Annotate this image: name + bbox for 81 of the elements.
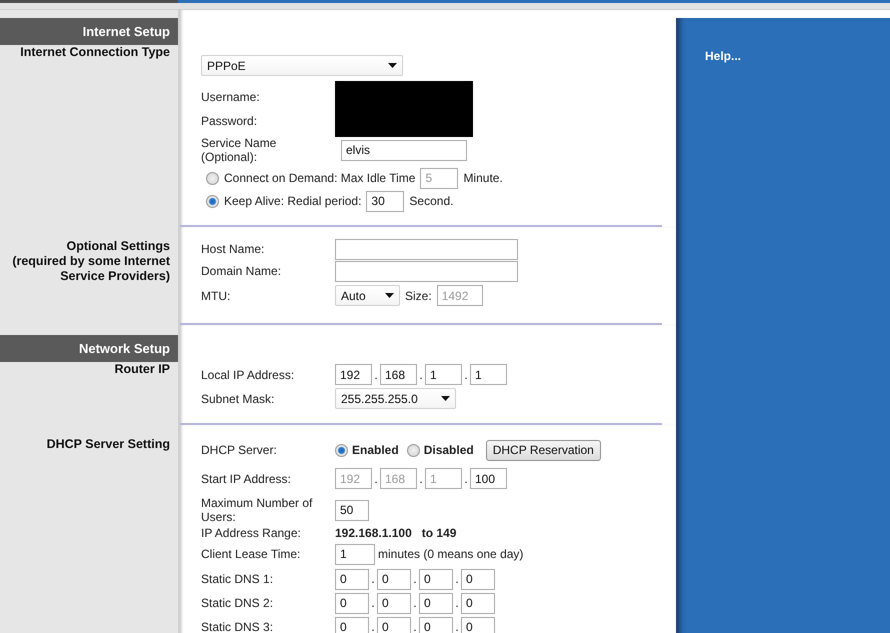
octet-field[interactable]: 100 bbox=[470, 468, 507, 489]
octet-field[interactable]: 0 bbox=[335, 592, 369, 614]
option-label: Connect on Demand: Max Idle Time bbox=[224, 171, 416, 185]
section-label: Internet Connection Type bbox=[19, 45, 171, 60]
octet-field[interactable]: 0 bbox=[377, 616, 411, 633]
field-label: Username: bbox=[201, 90, 261, 104]
octet-field[interactable]: 0 bbox=[377, 568, 411, 590]
octet-separator: . bbox=[454, 596, 460, 610]
field-label: DHCP Server: bbox=[201, 443, 278, 457]
octet-field[interactable]: 0 bbox=[461, 568, 495, 590]
octet-field[interactable]: 1 bbox=[470, 364, 507, 385]
octet-field[interactable]: 192 bbox=[335, 364, 372, 385]
octet-separator: . bbox=[373, 368, 379, 382]
section-label: Optional Settings (required by some Internet Service Providers) bbox=[11, 239, 171, 284]
octet-separator: . bbox=[463, 472, 469, 486]
lease-time-field[interactable]: 1 bbox=[335, 544, 375, 564]
help-link[interactable]: Help... bbox=[705, 49, 742, 63]
radio-button[interactable] bbox=[335, 444, 348, 456]
option-field[interactable]: 30 bbox=[366, 190, 404, 212]
option-label: Keep Alive: Redial period: bbox=[224, 194, 362, 208]
domain-name-field[interactable] bbox=[335, 260, 518, 282]
octet-separator: . bbox=[454, 572, 460, 586]
section-header: Network Setup bbox=[0, 335, 178, 362]
octet-field[interactable]: 0 bbox=[461, 616, 495, 633]
octet-separator: . bbox=[418, 472, 424, 486]
octet-field[interactable]: 0 bbox=[377, 592, 411, 614]
octet-separator: . bbox=[454, 620, 460, 633]
unit-label: Second. bbox=[409, 194, 454, 208]
field-label: Client Lease Time: bbox=[201, 547, 302, 561]
octet-field[interactable]: 0 bbox=[335, 616, 369, 633]
octet-separator: . bbox=[412, 596, 418, 610]
field-label: Start IP Address: bbox=[201, 472, 292, 486]
field-label: Size: bbox=[405, 288, 432, 302]
caret-icon bbox=[441, 396, 450, 401]
octet-separator: . bbox=[463, 368, 469, 382]
octet-field[interactable]: 0 bbox=[419, 616, 453, 633]
field-label: Service Name (Optional): bbox=[201, 136, 278, 164]
radio-button[interactable] bbox=[206, 194, 219, 208]
octet-field[interactable]: 0 bbox=[461, 592, 495, 614]
octet-separator: . bbox=[418, 368, 424, 382]
radio-button[interactable] bbox=[206, 172, 219, 184]
field-label: Static DNS 2: bbox=[201, 596, 274, 610]
section-header: Internet Setup bbox=[0, 18, 178, 45]
host-name-field[interactable] bbox=[335, 238, 518, 260]
field-label: Maximum Number of Users: bbox=[201, 496, 314, 524]
octet-separator: . bbox=[370, 572, 376, 586]
ip-range-value: 192.168.1.100 to 149 bbox=[335, 526, 456, 540]
lease-time-note: minutes (0 means one day) bbox=[378, 547, 524, 561]
octet-field[interactable]: 1 bbox=[425, 364, 462, 385]
connection-type-select[interactable]: PPPoE bbox=[201, 55, 403, 76]
octet-field[interactable]: 0 bbox=[419, 568, 453, 590]
radio-option[interactable]: Disabled bbox=[406, 443, 474, 457]
radio-button[interactable] bbox=[406, 444, 420, 456]
octet-field[interactable]: 0 bbox=[335, 568, 369, 590]
max-users-field[interactable]: 50 bbox=[335, 500, 369, 520]
field-label: Host Name: bbox=[201, 242, 266, 256]
dhcp-reservation-button[interactable]: DHCP Reservation bbox=[486, 440, 601, 460]
octet-separator: . bbox=[373, 472, 379, 486]
field-label: MTU: bbox=[201, 288, 232, 302]
octet-field[interactable]: 168 bbox=[380, 364, 417, 385]
caret-icon bbox=[388, 63, 397, 68]
field-label: Domain Name: bbox=[201, 264, 282, 278]
field-label: IP Address Range: bbox=[201, 526, 302, 540]
field-label: Subnet Mask: bbox=[201, 392, 276, 406]
field-label: Static DNS 3: bbox=[201, 620, 274, 633]
octet-field[interactable]: 0 bbox=[419, 592, 453, 614]
section-label: Router IP bbox=[113, 362, 171, 377]
field-label: Static DNS 1: bbox=[201, 572, 274, 586]
octet-separator: . bbox=[412, 572, 418, 586]
mtu-select[interactable]: Auto bbox=[335, 285, 400, 306]
unit-label: Minute. bbox=[463, 171, 503, 185]
subnet-mask-select[interactable]: 255.255.255.0 bbox=[335, 388, 456, 409]
service-name-field[interactable]: elvis bbox=[341, 140, 467, 160]
field-label: Password: bbox=[201, 114, 258, 128]
octet-separator: . bbox=[412, 620, 418, 633]
caret-icon bbox=[385, 293, 394, 298]
octet-separator: . bbox=[370, 620, 376, 633]
octet-separator: . bbox=[370, 596, 376, 610]
field-label: Local IP Address: bbox=[201, 368, 296, 382]
section-label: DHCP Server Setting bbox=[46, 437, 171, 452]
radio-option[interactable]: Enabled bbox=[335, 443, 399, 457]
